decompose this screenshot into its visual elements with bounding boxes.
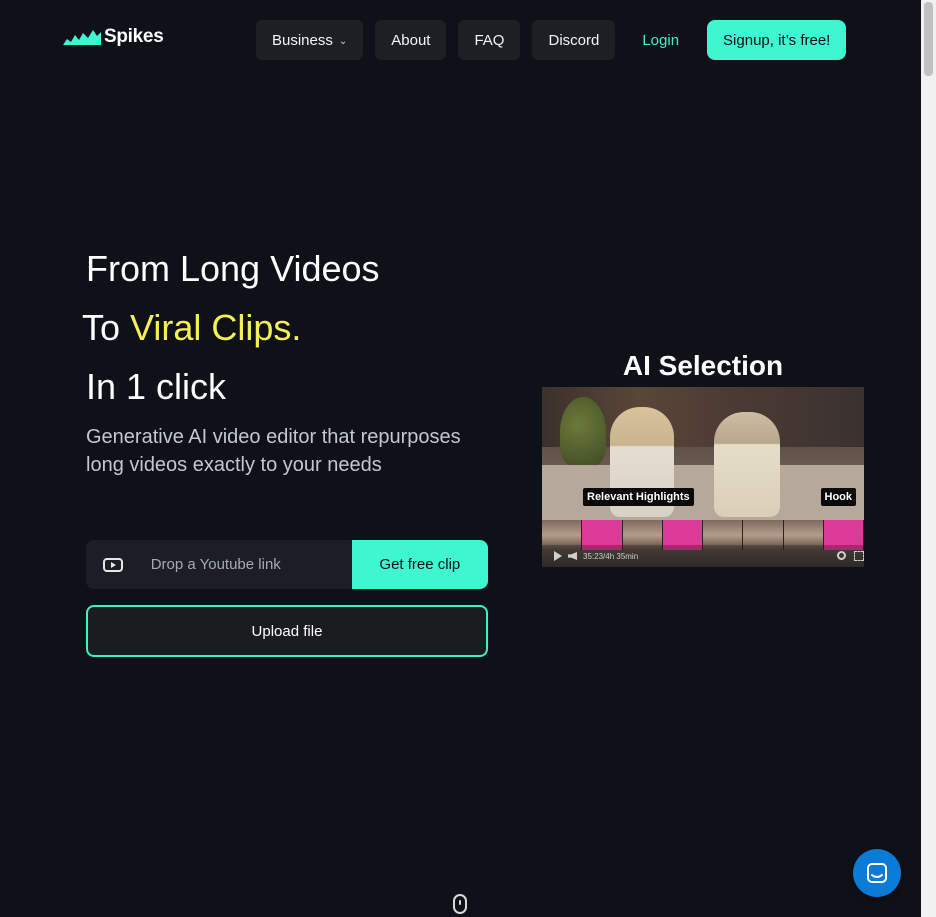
video-controls: 35:23/4h 35min — [542, 545, 864, 567]
get-free-clip-label: Get free clip — [379, 556, 461, 573]
nav-about-button[interactable]: About — [375, 20, 447, 60]
youtube-link-form: Get free clip — [86, 540, 488, 589]
youtube-icon — [103, 557, 123, 572]
spikes-logo[interactable]: Spikes — [63, 26, 164, 48]
ai-selection-title: AI Selection — [622, 350, 784, 381]
youtube-link-input[interactable] — [148, 540, 352, 589]
nav-business-button[interactable]: Business ⌄ — [256, 20, 364, 60]
scrollbar-thumb[interactable] — [924, 2, 933, 76]
nav-about-label: About — [391, 31, 431, 49]
nav-discord-button[interactable]: Discord — [532, 20, 616, 60]
brand-name: Spikes — [104, 26, 164, 47]
scroll-mouse-icon — [453, 894, 467, 914]
hook-tag: Hook — [820, 488, 856, 506]
hero-line2-prefix: To — [82, 307, 131, 348]
video-preview[interactable]: Relevant Highlights Hook 35:23/4h 35min — [542, 387, 864, 567]
hero-subtitle: Generative AI video editor that repurpos… — [86, 426, 461, 476]
chat-icon — [867, 863, 887, 883]
hero-headline-line1: From Long Videos — [86, 248, 380, 289]
settings-gear-icon[interactable] — [837, 551, 846, 560]
upload-file-button[interactable]: Upload file — [86, 605, 488, 657]
upload-file-label: Upload file — [251, 622, 323, 640]
top-nav: Business ⌄ About FAQ Discord Login Signu… — [256, 20, 847, 60]
login-link[interactable]: Login — [642, 32, 679, 49]
hero-headline-line3: In 1 click — [86, 366, 227, 407]
fullscreen-icon[interactable] — [854, 551, 864, 561]
get-free-clip-button[interactable]: Get free clip — [351, 540, 488, 589]
page-scrollbar[interactable] — [921, 0, 936, 917]
play-icon[interactable] — [554, 551, 562, 561]
nav-business-label: Business — [272, 31, 333, 49]
nav-faq-button[interactable]: FAQ — [458, 20, 521, 60]
page: Spikes Business ⌄ About FAQ Discord Logi… — [0, 0, 921, 917]
hero-headline-line2: To Viral Clips. — [82, 307, 301, 349]
chat-launcher-button[interactable] — [853, 849, 901, 897]
signup-button[interactable]: Signup, it’s free! — [707, 20, 847, 60]
volume-icon[interactable] — [568, 552, 577, 560]
relevant-highlights-tag: Relevant Highlights — [583, 488, 694, 506]
video-plant — [560, 397, 606, 467]
spikes-logo-icon — [63, 30, 101, 45]
hero-highlight-text: Viral Clips. — [130, 307, 302, 348]
video-time: 35:23/4h 35min — [583, 551, 639, 561]
nav-discord-label: Discord — [548, 31, 600, 49]
signup-label: Signup, it’s free! — [723, 31, 831, 49]
nav-faq-label: FAQ — [474, 31, 505, 49]
video-person-right — [714, 412, 780, 517]
chevron-down-icon: ⌄ — [338, 35, 348, 47]
